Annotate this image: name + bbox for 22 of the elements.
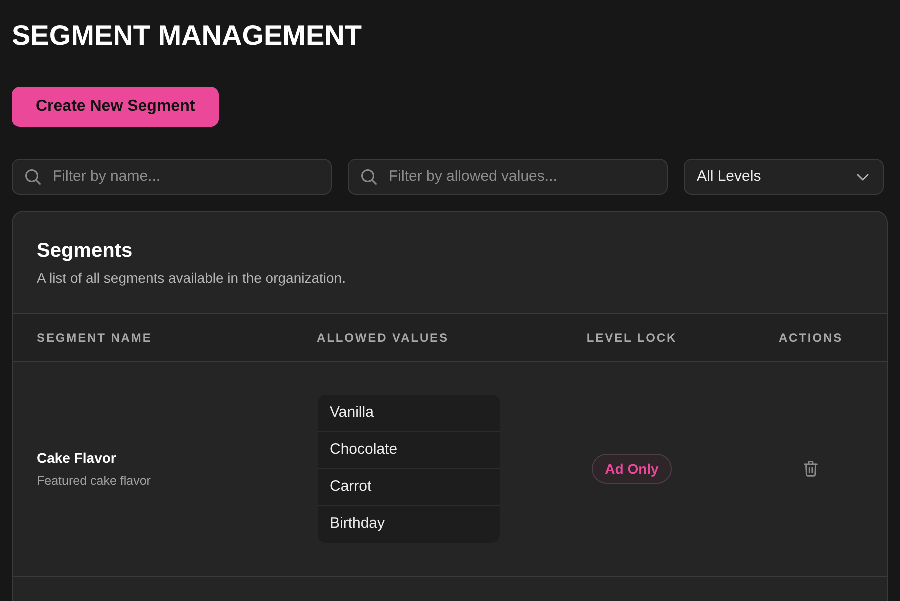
card-description: A list of all segments available in the organization. <box>37 269 346 288</box>
search-field[interactable]: Filter by allowed values... <box>348 159 668 195</box>
page-title: SEGMENT MANAGEMENT <box>12 19 362 53</box>
allowed-value: Vanilla <box>318 395 500 432</box>
allowed-value: Birthday <box>329 514 386 534</box>
column-header: LEVEL LOCK <box>586 330 678 346</box>
column-header: ALLOWED VALUES <box>317 330 449 346</box>
create-segment-button[interactable]: Create New Segment <box>12 87 220 127</box>
delete-icon[interactable] <box>804 461 818 477</box>
card-title: Segments <box>37 239 133 264</box>
segment-description: Featured cake flavor <box>37 473 151 489</box>
allowed-value: Carrot <box>318 469 500 506</box>
column-header: ACTIONS <box>778 330 844 346</box>
search-icon <box>361 169 377 185</box>
chevron-down-icon <box>857 174 869 180</box>
segment-name: Cake Flavor <box>37 449 116 467</box>
search-icon <box>25 169 41 185</box>
level-lock-badge: Ad Only <box>592 454 672 484</box>
level-dropdown[interactable]: All Levels <box>684 159 884 195</box>
search-field[interactable]: Filter by name... <box>12 159 332 195</box>
column-header: SEGMENT NAME <box>37 330 152 346</box>
allowed-value: Chocolate <box>318 432 500 469</box>
